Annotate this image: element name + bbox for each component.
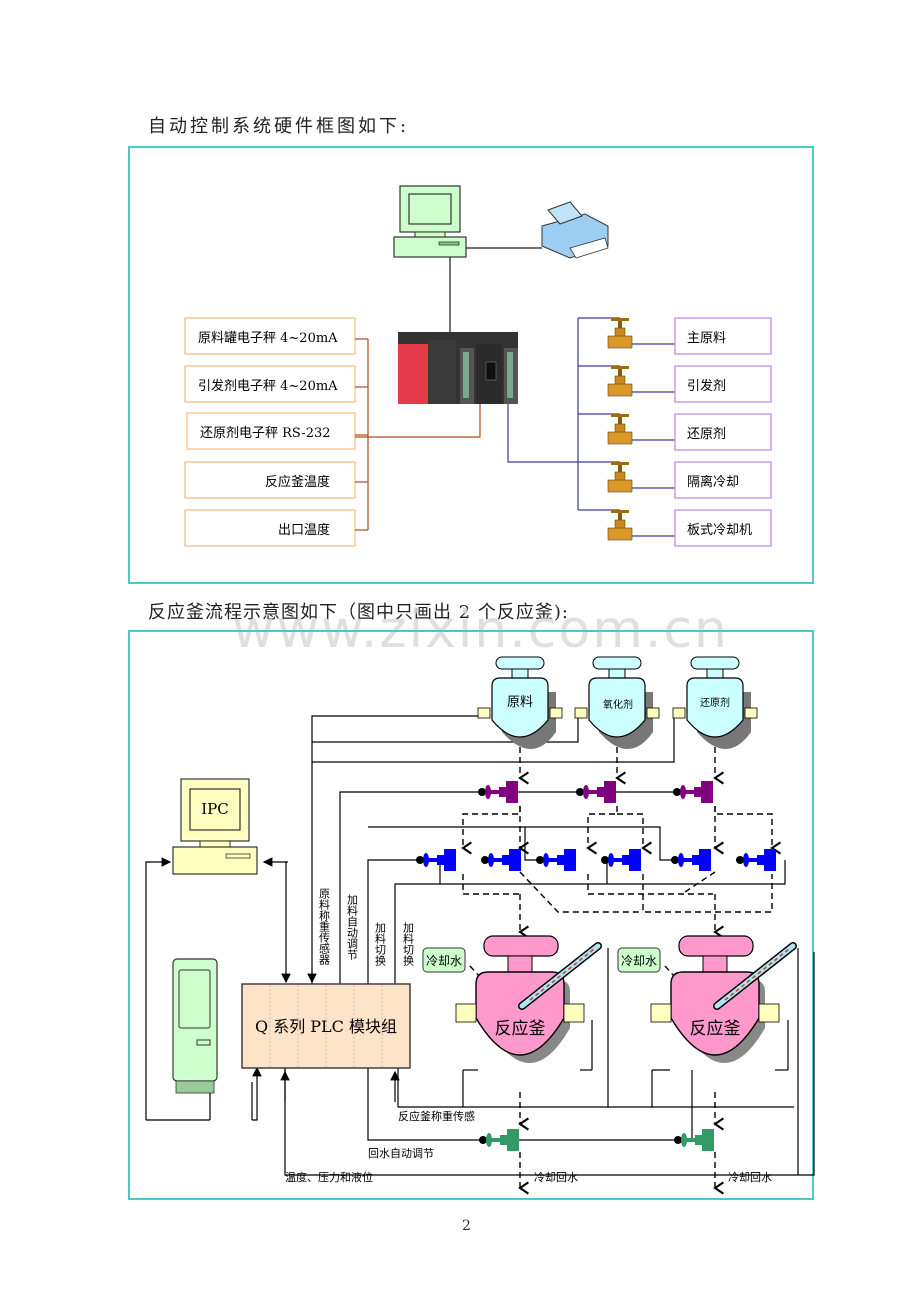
computer-icon	[393, 185, 467, 258]
input-label: 反应釜温度	[265, 474, 330, 490]
page-number: 2	[462, 1218, 471, 1234]
control-valve-icon	[479, 1129, 519, 1151]
cooling-water-label: 冷却水	[621, 954, 657, 968]
hardware-diagram: 原料罐电子秤 4~20mA 引发剂电子秤 4~20mA 还原剂电子秤 RS-23…	[184, 185, 772, 547]
process-diagram: 原料 氧化剂 还原剂 IPC Q 系列 PLC 模块组 原料称重传感器 加料自动…	[145, 656, 815, 1195]
temp-pressure-level-label: 温度、压力和液位	[285, 1170, 373, 1184]
input-label: 还原剂电子秤 RS-232	[200, 426, 331, 441]
control-valve-icon	[481, 849, 521, 871]
reactor-label: 反应釜	[495, 1019, 546, 1039]
cooling-return-label: 冷却回水	[728, 1171, 772, 1184]
control-valve-icon	[416, 849, 456, 871]
control-valve-icon	[576, 781, 616, 803]
output-label: 引发剂	[687, 378, 726, 394]
control-valve-icon	[671, 849, 711, 871]
section1-heading: 自动控制系统硬件框图如下:	[148, 116, 410, 137]
reactor-label: 反应釜	[690, 1019, 741, 1039]
reactor-vessel-icon	[455, 935, 602, 1063]
gate-valve-icon	[607, 366, 633, 397]
plc-label: Q 系列 PLC 模块组	[255, 1017, 397, 1036]
control-valve-icon	[736, 849, 776, 871]
control-valve-icon	[674, 1129, 714, 1151]
ipc-label: IPC	[201, 800, 229, 818]
gate-valve-icon	[607, 462, 633, 493]
cooling-return-label: 冷却回水	[534, 1171, 578, 1184]
control-valve-icon	[478, 781, 518, 803]
output-label: 还原剂	[687, 427, 726, 442]
plc-rack-icon	[398, 332, 518, 404]
tank-label: 还原剂	[700, 696, 730, 709]
control-valve-icon	[536, 849, 576, 871]
input-label: 出口温度	[278, 522, 330, 538]
printer-icon	[541, 201, 609, 259]
input-list: 原料罐电子秤 4~20mA 引发剂电子秤 4~20mA 还原剂电子秤 RS-23…	[184, 317, 356, 547]
output-label: 隔离冷却	[687, 474, 739, 490]
operator-terminal-icon	[172, 958, 218, 1094]
vertical-label: 加料切换	[374, 922, 387, 967]
ipc-computer-icon	[172, 778, 258, 875]
vertical-label: 加料自动调节	[346, 894, 359, 960]
process-diagram-frame: 原料 氧化剂 还原剂 IPC Q 系列 PLC 模块组 原料称重传感器 加料自动…	[128, 630, 815, 1200]
output-bus	[507, 317, 675, 537]
control-valve-icon	[673, 781, 713, 803]
hardware-diagram-frame: 原料罐电子秤 4~20mA 引发剂电子秤 4~20mA 还原剂电子秤 RS-23…	[128, 146, 814, 584]
cooling-water-label: 冷却水	[426, 954, 462, 968]
gate-valve-icon	[607, 510, 633, 541]
output-label: 板式冷却机	[687, 523, 752, 538]
vertical-label: 加料切换	[402, 922, 415, 967]
reactor-vessel-icon	[650, 935, 797, 1063]
reactor-weight-label: 反应釜称重传感	[398, 1109, 475, 1123]
vertical-label: 原料称重传感器	[318, 888, 331, 966]
tank-label: 氧化剂	[603, 698, 633, 711]
gate-valve-icon	[607, 414, 633, 445]
input-label: 原料罐电子秤 4~20mA	[198, 331, 338, 346]
valve-group	[607, 318, 633, 541]
return-water-label: 回水自动调节	[368, 1147, 434, 1160]
output-list: 主原料 引发剂 还原剂 隔离冷却 板式冷却机	[674, 317, 772, 547]
gate-valve-icon	[607, 318, 633, 349]
output-label: 主原料	[687, 331, 726, 346]
tank-label: 原料	[507, 695, 533, 710]
input-label: 引发剂电子秤 4~20mA	[198, 378, 338, 394]
